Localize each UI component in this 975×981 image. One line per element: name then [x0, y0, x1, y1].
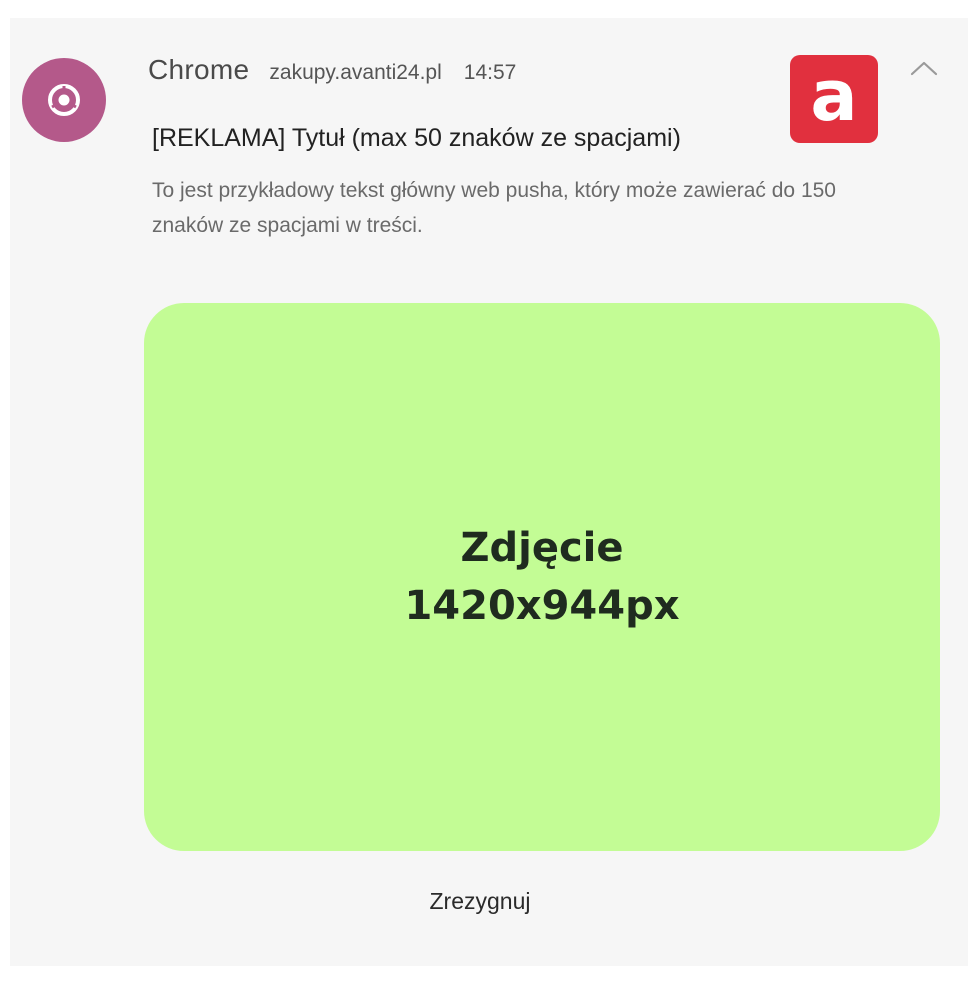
chevron-up-icon: [910, 61, 938, 76]
notification-domain: zakupy.avanti24.pl: [269, 61, 442, 84]
app-name: Chrome: [148, 54, 250, 85]
notification-header: Chrome zakupy.avanti24.pl 14:57: [148, 54, 516, 86]
brand-logo-letter: a: [810, 55, 858, 137]
notification-body: To jest przykładowy tekst główny web pus…: [152, 179, 836, 237]
collapse-button[interactable]: [906, 54, 942, 82]
brand-logo-icon: a: [790, 55, 878, 143]
notification-image[interactable]: Zdjęcie 1420x944px: [144, 303, 940, 851]
notification-time: 14:57: [463, 61, 517, 84]
notification-card[interactable]: Chrome zakupy.avanti24.pl 14:57 a [REKLA…: [10, 18, 968, 966]
image-placeholder-label: Zdjęcie: [460, 525, 624, 571]
chrome-icon-glyph: [48, 84, 80, 116]
image-placeholder-size: 1420x944px: [404, 583, 680, 629]
notification-title: [REKLAMA] Tytuł (max 50 znaków ze spacja…: [152, 124, 681, 152]
chrome-icon: [22, 58, 106, 142]
unsubscribe-button[interactable]: Zrezygnuj: [400, 876, 560, 926]
